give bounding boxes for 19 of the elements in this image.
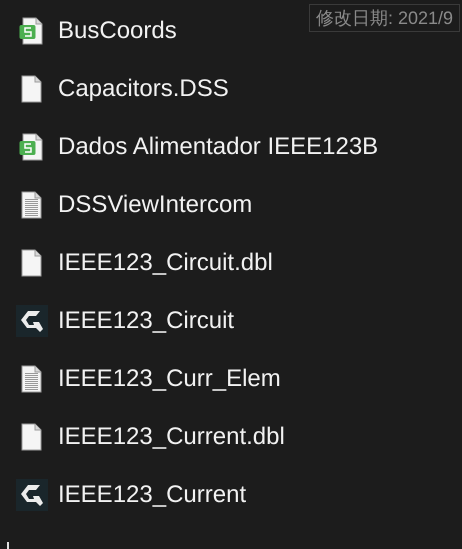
file-name[interactable]: Dados Alimentador IEEE123B xyxy=(58,129,378,165)
file-name[interactable]: DSSViewIntercom xyxy=(58,187,252,223)
app-icon xyxy=(16,479,48,511)
file-name[interactable]: BusCoords xyxy=(58,13,177,49)
document-icon xyxy=(20,75,44,103)
file-name[interactable]: IEEE123_Current.dbl xyxy=(58,419,285,455)
file-name[interactable]: IEEE123_Current xyxy=(58,477,246,513)
document-icon xyxy=(20,249,44,277)
spreadsheet-file-icon xyxy=(18,133,44,161)
spreadsheet-file-icon xyxy=(18,17,44,45)
file-name[interactable]: IEEE123_Circuit.dbl xyxy=(58,245,273,281)
app-icon xyxy=(16,305,48,337)
text-file-icon xyxy=(20,365,44,393)
file-name[interactable]: IEEE123_Curr_Elem xyxy=(58,361,281,397)
tooltip: 修改日期: 2021/9 xyxy=(308,4,460,32)
file-name[interactable]: IEEE123_Circuit xyxy=(58,303,234,339)
file-name[interactable]: Capacitors.DSS xyxy=(58,71,229,107)
text-file-icon xyxy=(20,191,44,219)
document-icon xyxy=(20,423,44,451)
